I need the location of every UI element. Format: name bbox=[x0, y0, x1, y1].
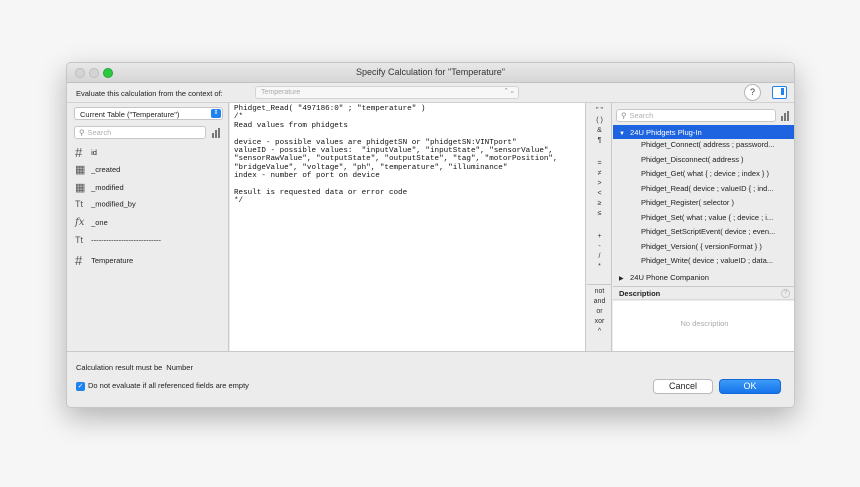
help-button[interactable]: ? bbox=[744, 84, 761, 101]
result-type-label: Calculation result must be bbox=[76, 363, 163, 372]
dialog-footer: Calculation result must be Number ✓ Do not… bbox=[67, 351, 794, 407]
search-icon: ⚲ bbox=[79, 128, 85, 137]
description-help-icon[interactable]: ? bbox=[781, 289, 790, 298]
operator-less-button[interactable]: < bbox=[587, 190, 612, 198]
function-view-options-icon[interactable] bbox=[781, 111, 792, 121]
field-label: _modified bbox=[91, 183, 124, 192]
functions-pane: ⚲ Search ▼ 24U Phidgets Plug-In Phidget_Co… bbox=[613, 103, 794, 351]
function-item[interactable]: Phidget_Get( what { ; device ; index } ) bbox=[641, 169, 793, 183]
number-icon: # bbox=[75, 253, 83, 268]
function-item[interactable]: Phidget_Connect( address ; password... bbox=[641, 140, 793, 154]
fields-search-input[interactable]: ⚲ Search bbox=[74, 126, 206, 139]
operator-pilcrow-button[interactable]: ¶ bbox=[587, 137, 612, 145]
function-item[interactable]: Phidget_Set( what ; value { ; device ; i… bbox=[641, 213, 793, 227]
function-group-24u-phidgets[interactable]: ▼ 24U Phidgets Plug-In bbox=[613, 125, 794, 139]
operator-minus-button[interactable]: - bbox=[587, 243, 612, 251]
operator-quotes-button[interactable]: " " bbox=[587, 107, 612, 115]
date-icon: ▦ bbox=[75, 182, 86, 194]
description-header: Description ? bbox=[613, 286, 794, 300]
select-stepper-icon: ⌃⌄ bbox=[503, 88, 515, 95]
result-type-value[interactable]: Number bbox=[166, 363, 193, 372]
do-not-evaluate-label: Do not evaluate if all referenced fields… bbox=[88, 381, 249, 390]
function-icon: fx bbox=[75, 217, 85, 228]
result-type-row: Calculation result must be Number bbox=[76, 363, 193, 372]
field-item[interactable]: # Temperature bbox=[75, 253, 133, 269]
operators-divider bbox=[587, 284, 612, 285]
functions-search-input[interactable]: ⚲ Search bbox=[616, 109, 776, 122]
sort-options-icon[interactable] bbox=[212, 128, 223, 138]
operator-divide-button[interactable]: / bbox=[587, 253, 612, 261]
operator-multiply-button[interactable]: * bbox=[587, 263, 612, 271]
function-item[interactable]: Phidget_SetScriptEvent( device ; even... bbox=[641, 227, 793, 241]
text-icon: Tt bbox=[75, 199, 83, 210]
calculation-editor[interactable]: Phidget_Read( "497186:0" ; "temperature"… bbox=[230, 103, 586, 351]
field-label: ---------------------------- bbox=[91, 235, 162, 245]
operator-greater-button[interactable]: > bbox=[587, 180, 612, 188]
cancel-button[interactable]: Cancel bbox=[653, 379, 713, 394]
operator-less-equal-button[interactable]: ≤ bbox=[587, 210, 612, 218]
field-item[interactable]: ▦ _modified bbox=[75, 181, 124, 197]
operator-power-button[interactable]: ^ bbox=[587, 328, 612, 336]
operator-greater-equal-button[interactable]: ≥ bbox=[587, 200, 612, 208]
operator-plus-button[interactable]: + bbox=[587, 233, 612, 241]
table-select[interactable]: Current Table ("Temperature") ⇕ bbox=[74, 107, 223, 120]
function-item[interactable]: Phidget_Version( { versionFormat } ) bbox=[641, 242, 793, 256]
operator-or-button[interactable]: or bbox=[587, 308, 612, 316]
operator-and-button[interactable]: and bbox=[587, 298, 612, 306]
field-item[interactable]: fx _one bbox=[75, 217, 108, 233]
number-icon: # bbox=[75, 145, 83, 160]
operators-pane: " " ( ) & ¶ = ≠ > < ≥ ≤ + - / * not and … bbox=[587, 103, 612, 351]
context-label: Evaluate this calculation from the conte… bbox=[76, 89, 223, 98]
specify-calculation-dialog: Specify Calculation for "Temperature" Ev… bbox=[66, 62, 795, 408]
field-label: _created bbox=[91, 165, 121, 174]
search-icon: ⚲ bbox=[621, 111, 627, 120]
functions-search-placeholder: Search bbox=[629, 111, 654, 120]
title-bar: Specify Calculation for "Temperature" bbox=[67, 63, 794, 83]
function-group-label: 24U Phone Companion bbox=[630, 273, 709, 282]
field-item[interactable]: # id bbox=[75, 145, 97, 161]
function-item[interactable]: Phidget_Write( device ; valueID ; data..… bbox=[641, 256, 793, 270]
field-item[interactable]: ▦ _created bbox=[75, 163, 120, 179]
field-label: _one bbox=[91, 218, 108, 227]
context-select[interactable]: Temperature ⌃⌄ bbox=[255, 86, 519, 99]
operator-xor-button[interactable]: xor bbox=[587, 318, 612, 326]
field-label: Temperature bbox=[91, 256, 134, 265]
operator-not-equal-button[interactable]: ≠ bbox=[587, 170, 612, 178]
description-text: No description bbox=[680, 319, 729, 328]
calculation-code: Phidget_Read( "497186:0" ; "temperature"… bbox=[234, 105, 558, 206]
function-group-24u-phone-companion[interactable]: ▶ 24U Phone Companion bbox=[613, 270, 794, 284]
context-select-value: Temperature bbox=[261, 89, 301, 96]
disclosure-expanded-icon: ▼ bbox=[619, 131, 625, 137]
do-not-evaluate-option[interactable]: ✓ Do not evaluate if all referenced field… bbox=[76, 381, 249, 391]
function-group-label: 24U Phidgets Plug-In bbox=[630, 128, 702, 137]
function-item[interactable]: Phidget_Register( selector ) bbox=[641, 198, 793, 212]
window-title: Specify Calculation for "Temperature" bbox=[356, 67, 505, 77]
fields-pane: Current Table ("Temperature") ⇕ ⚲ Search … bbox=[67, 103, 229, 351]
function-item[interactable]: Phidget_Disconnect( address ) bbox=[641, 155, 793, 169]
field-item[interactable]: Tt ---------------------------- bbox=[75, 235, 161, 251]
description-title: Description bbox=[619, 289, 661, 298]
disclosure-collapsed-icon: ▶ bbox=[619, 276, 624, 282]
operator-not-button[interactable]: not bbox=[587, 288, 612, 296]
date-icon: ▦ bbox=[75, 164, 86, 176]
select-stepper-icon: ⇕ bbox=[211, 109, 221, 118]
do-not-evaluate-checkbox[interactable]: ✓ bbox=[76, 381, 85, 391]
field-item[interactable]: Tt _modified_by bbox=[75, 199, 136, 215]
field-label: id bbox=[91, 148, 97, 157]
function-item[interactable]: Phidget_Read( device ; valueID { ; ind..… bbox=[641, 184, 793, 198]
operator-equal-button[interactable]: = bbox=[587, 160, 612, 168]
operator-parens-button[interactable]: ( ) bbox=[587, 117, 612, 125]
table-select-value: Current Table ("Temperature") bbox=[80, 110, 180, 119]
context-row: Evaluate this calculation from the conte… bbox=[67, 83, 794, 103]
description-panel: No description bbox=[613, 301, 794, 351]
field-label: _modified_by bbox=[91, 199, 136, 209]
fields-search-placeholder: Search bbox=[87, 128, 112, 137]
operator-concat-button[interactable]: & bbox=[587, 127, 612, 135]
ok-button[interactable]: OK bbox=[719, 379, 781, 394]
text-icon: Tt bbox=[75, 235, 83, 246]
toggle-panel-button[interactable] bbox=[772, 86, 787, 99]
